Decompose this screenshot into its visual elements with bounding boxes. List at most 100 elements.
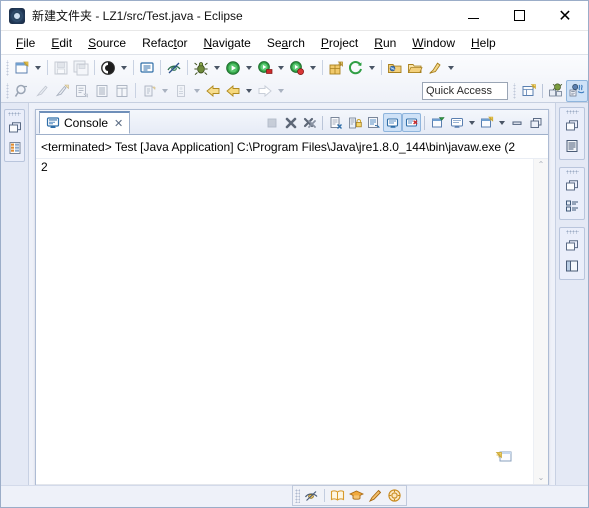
perspective-grip[interactable] bbox=[512, 82, 517, 99]
forward-dropdown-arrow[interactable] bbox=[275, 81, 287, 101]
coverage-dropdown-arrow[interactable] bbox=[307, 58, 319, 78]
restore-icon[interactable] bbox=[561, 236, 583, 256]
maximize-button[interactable] bbox=[496, 1, 542, 30]
perspective-java-icon[interactable] bbox=[566, 79, 588, 102]
terminate-icon[interactable] bbox=[262, 113, 281, 132]
remove-launch-icon[interactable] bbox=[281, 113, 300, 132]
outline-view-icon[interactable] bbox=[561, 136, 583, 156]
menu-refactor[interactable]: Refactor bbox=[134, 34, 195, 52]
clear-console-icon[interactable] bbox=[326, 113, 345, 132]
search-declaration-icon[interactable] bbox=[12, 81, 32, 101]
open-type-icon[interactable] bbox=[137, 58, 157, 78]
debug-dropdown-arrow[interactable] bbox=[211, 58, 223, 78]
refresh-icon[interactable] bbox=[346, 58, 366, 78]
new-dropdown-arrow[interactable] bbox=[32, 58, 44, 78]
toolbar-grip[interactable] bbox=[5, 59, 10, 76]
save-icon[interactable] bbox=[51, 58, 71, 78]
word-wrap-icon[interactable] bbox=[364, 113, 383, 132]
quick-access-input[interactable]: Quick Access bbox=[422, 81, 508, 100]
fastview-grip[interactable] bbox=[565, 230, 579, 234]
debug-icon[interactable] bbox=[191, 58, 211, 78]
scroll-lock-icon[interactable] bbox=[345, 113, 364, 132]
open-task-icon[interactable] bbox=[405, 58, 425, 78]
skip-breakpoints-icon[interactable] bbox=[98, 58, 118, 78]
fastview-grip[interactable] bbox=[565, 170, 579, 174]
back-arrow-icon[interactable] bbox=[203, 81, 223, 101]
last-edit-location-icon[interactable] bbox=[52, 81, 72, 101]
menu-run[interactable]: Run bbox=[366, 34, 404, 52]
annotation-icon[interactable] bbox=[32, 81, 52, 101]
menu-project[interactable]: Project bbox=[313, 34, 366, 52]
console-output-text: 2 bbox=[41, 160, 48, 174]
show-console-on-output-icon[interactable] bbox=[383, 113, 402, 132]
run-dropdown-arrow[interactable] bbox=[243, 58, 255, 78]
run-external-tools-icon[interactable] bbox=[255, 58, 275, 78]
open-perspective-icon[interactable] bbox=[519, 81, 539, 101]
scroll-up-icon[interactable]: ⌃ bbox=[538, 161, 545, 169]
toggle-mark-occurrences-icon[interactable] bbox=[164, 58, 184, 78]
display-selected-console-icon[interactable] bbox=[447, 113, 466, 132]
pin-icon[interactable] bbox=[425, 58, 445, 78]
scroll-down-icon[interactable]: ⌄ bbox=[538, 474, 545, 482]
new-java-package-icon[interactable] bbox=[326, 58, 346, 78]
previous-annotation-dropdown-arrow[interactable] bbox=[159, 81, 171, 101]
graduation-cap-icon[interactable] bbox=[347, 486, 366, 505]
outline-icon[interactable] bbox=[92, 81, 112, 101]
menu-navigate[interactable]: Navigate bbox=[195, 34, 258, 52]
previous-annotation-icon[interactable] bbox=[139, 81, 159, 101]
target-icon[interactable] bbox=[385, 486, 404, 505]
floating-toolbar-grip[interactable] bbox=[295, 488, 300, 503]
minimize-view-icon[interactable] bbox=[507, 113, 526, 132]
skip-breakpoints-dropdown-arrow[interactable] bbox=[118, 58, 130, 78]
open-folder-icon[interactable] bbox=[385, 58, 405, 78]
remove-all-terminated-icon[interactable] bbox=[300, 113, 319, 132]
toggle-mark-occurrences-icon[interactable] bbox=[302, 486, 321, 505]
console-vertical-scrollbar[interactable]: ⌃ ⌄ bbox=[533, 159, 548, 484]
tab-console[interactable]: Console ✕ bbox=[39, 111, 131, 134]
package-explorer-icon[interactable] bbox=[4, 138, 26, 158]
open-console-dropdown-arrow[interactable] bbox=[496, 113, 507, 132]
restore-icon[interactable] bbox=[4, 118, 26, 138]
fastview-grip[interactable] bbox=[565, 110, 579, 114]
forward-arrow-icon[interactable] bbox=[255, 81, 275, 101]
restore-editor-hint-icon[interactable] bbox=[495, 448, 513, 464]
console-output-area[interactable]: 2 ⌃ ⌄ bbox=[36, 159, 548, 484]
open-console-icon[interactable] bbox=[477, 113, 496, 132]
next-annotation-dropdown-arrow[interactable] bbox=[191, 81, 203, 101]
menu-window[interactable]: Window bbox=[404, 34, 463, 52]
save-all-icon[interactable] bbox=[71, 58, 91, 78]
new-wizard-icon[interactable] bbox=[12, 58, 32, 78]
menu-file[interactable]: File bbox=[8, 34, 43, 52]
task-list-view-icon[interactable] bbox=[561, 196, 583, 216]
open-book-icon[interactable] bbox=[328, 486, 347, 505]
menu-search[interactable]: Search bbox=[259, 34, 313, 52]
table-icon[interactable] bbox=[112, 81, 132, 101]
perspective-debug-icon[interactable] bbox=[546, 81, 566, 101]
close-icon[interactable]: ✕ bbox=[114, 118, 123, 129]
external-tools-dropdown-arrow[interactable] bbox=[275, 58, 287, 78]
menu-edit[interactable]: Edit bbox=[43, 34, 80, 52]
pencil-icon[interactable] bbox=[366, 486, 385, 505]
pin-console-icon[interactable] bbox=[428, 113, 447, 132]
open-declaration-icon[interactable] bbox=[72, 81, 92, 101]
run-icon[interactable] bbox=[223, 58, 243, 78]
back-history-icon[interactable] bbox=[223, 81, 243, 101]
coverage-icon[interactable] bbox=[287, 58, 307, 78]
pin-dropdown-arrow[interactable] bbox=[445, 58, 457, 78]
restore-icon[interactable] bbox=[561, 176, 583, 196]
left-fastview-group bbox=[4, 109, 25, 162]
close-button[interactable]: ✕ bbox=[542, 1, 588, 30]
menu-help[interactable]: Help bbox=[463, 34, 504, 52]
restore-icon[interactable] bbox=[561, 116, 583, 136]
editor-area-icon[interactable] bbox=[561, 256, 583, 276]
next-annotation-icon[interactable] bbox=[171, 81, 191, 101]
minimize-button[interactable] bbox=[450, 1, 496, 30]
refresh-dropdown-arrow[interactable] bbox=[366, 58, 378, 78]
maximize-view-icon[interactable] bbox=[526, 113, 545, 132]
menu-source[interactable]: Source bbox=[80, 34, 134, 52]
display-selected-console-dropdown-arrow[interactable] bbox=[466, 113, 477, 132]
toolbar-grip[interactable] bbox=[5, 82, 10, 99]
back-dropdown-arrow[interactable] bbox=[243, 81, 255, 101]
show-console-on-error-icon[interactable] bbox=[402, 113, 421, 132]
fastview-grip[interactable] bbox=[8, 112, 21, 116]
